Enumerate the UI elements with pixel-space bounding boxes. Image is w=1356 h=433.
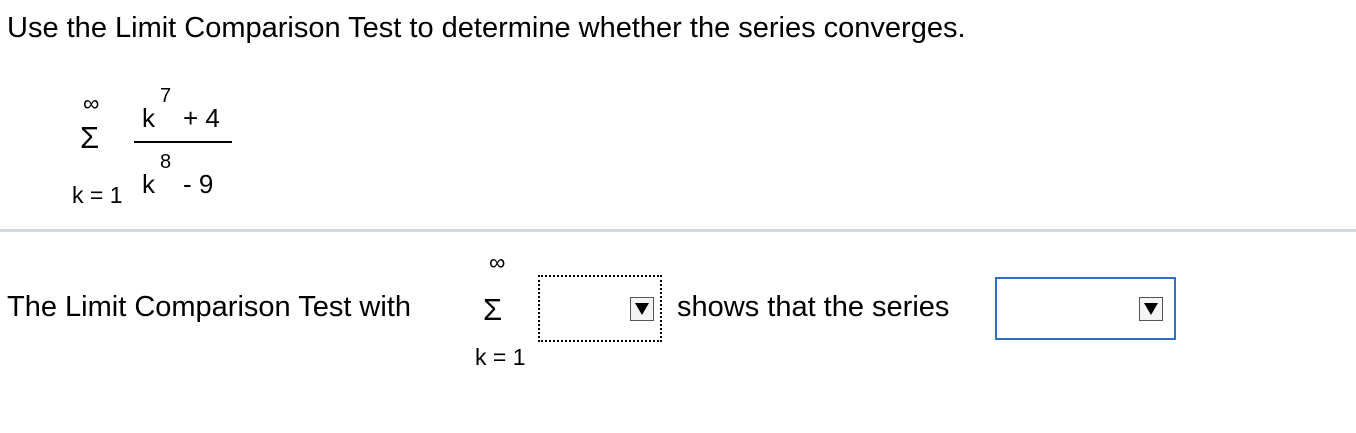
conclusion-dropdown[interactable] xyxy=(995,277,1176,340)
numerator-exponent: 7 xyxy=(160,85,172,107)
answer-sum-symbol: Σ xyxy=(483,292,503,327)
denominator-base: k xyxy=(142,169,155,199)
denominator-exponent: 8 xyxy=(160,151,172,173)
series-lower-limit: k = 1 xyxy=(72,182,123,208)
question-instruction: Use the Limit Comparison Test to determi… xyxy=(7,12,966,44)
series-sum-symbol: Σ xyxy=(80,120,100,155)
series-upper-limit: ∞ xyxy=(83,90,100,116)
comparison-series-dropdown[interactable] xyxy=(538,275,662,342)
answer-upper-limit: ∞ xyxy=(489,249,506,275)
numerator-rest: + 4 xyxy=(183,103,220,133)
dropdown-arrow-icon[interactable] xyxy=(1139,296,1163,321)
dropdown-arrow-icon[interactable] xyxy=(630,296,654,321)
denominator-rest: - 9 xyxy=(183,169,214,199)
section-divider xyxy=(0,229,1356,232)
numerator-base: k xyxy=(142,103,155,133)
answer-lead-text: The Limit Comparison Test with xyxy=(7,291,412,323)
answer-middle-text: shows that the series xyxy=(677,291,950,323)
fraction-bar xyxy=(134,141,232,143)
answer-lower-limit: k = 1 xyxy=(475,344,526,370)
